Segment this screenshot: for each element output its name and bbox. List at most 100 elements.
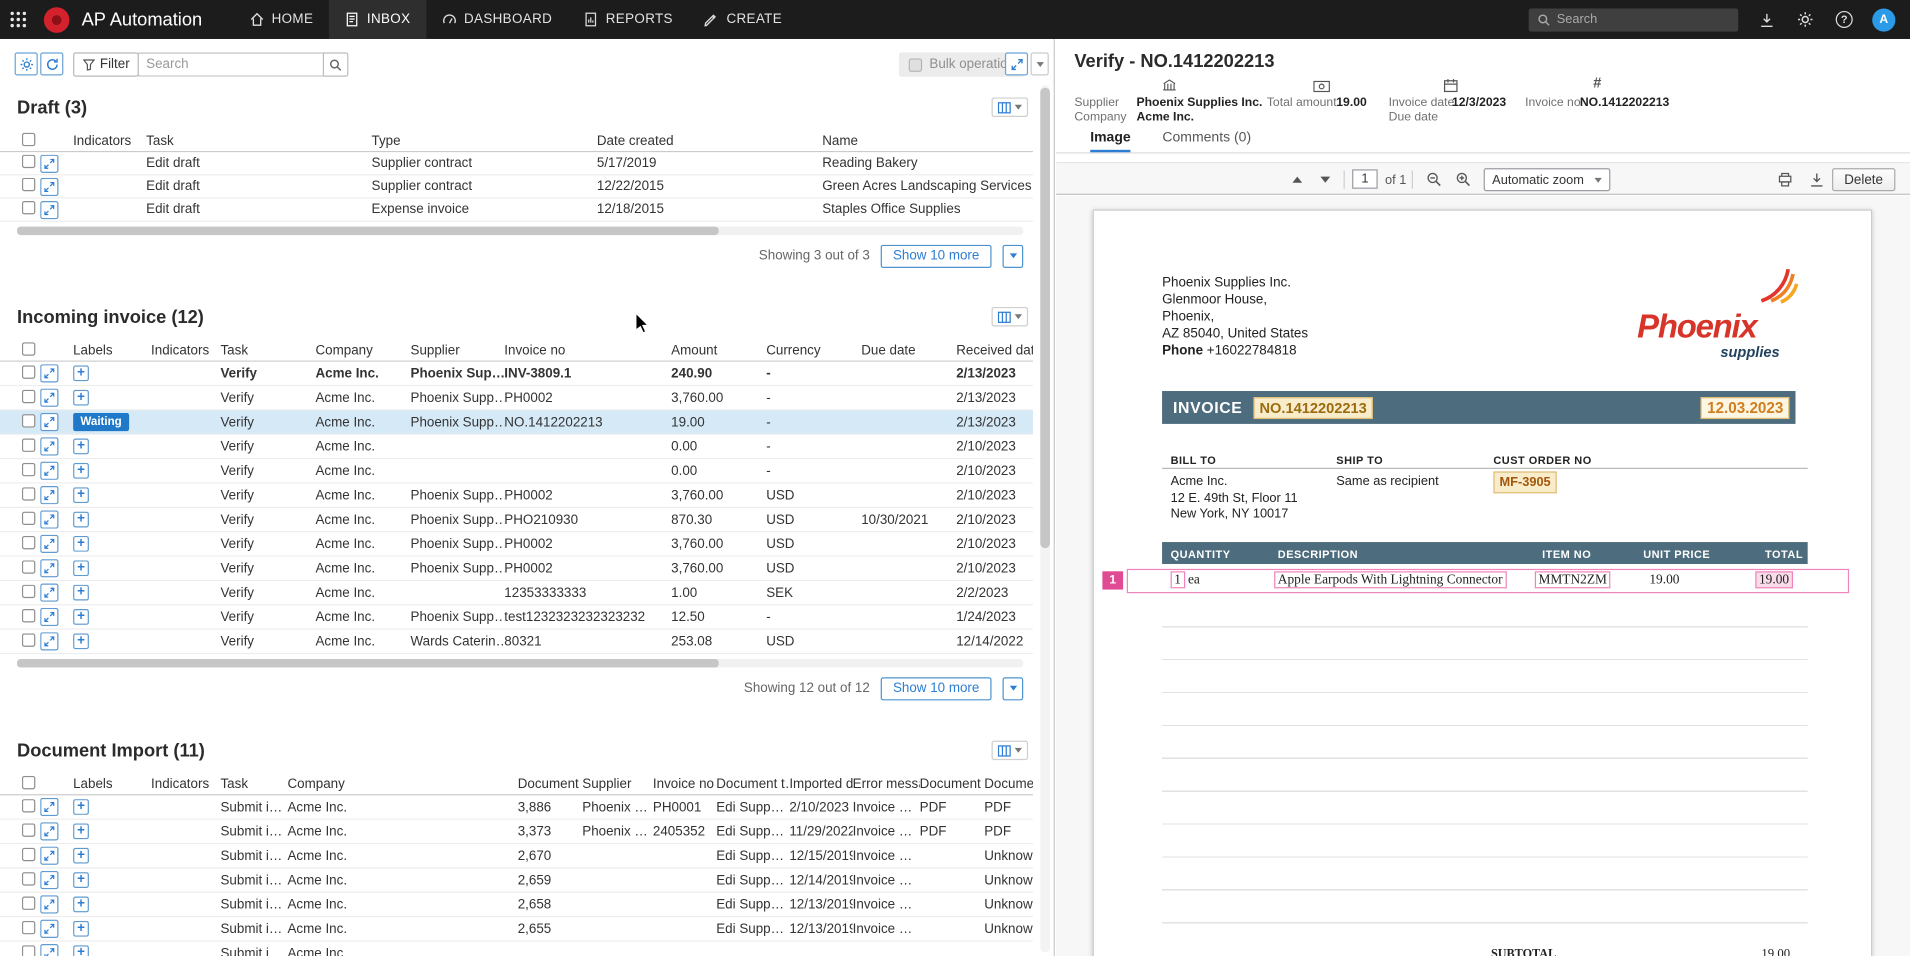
invoice-table-row[interactable]: + Verify Acme Inc. Wards Caterin… 80321 …	[0, 630, 1033, 654]
invoice-table-row[interactable]: + Verify Acme Inc. Phoenix Supp… PH0002 …	[0, 484, 1033, 508]
column-header[interactable]: Task	[146, 134, 371, 149]
select-all-checkbox[interactable]	[22, 776, 35, 789]
add-label-button[interactable]: +	[73, 848, 89, 864]
add-label-button[interactable]: +	[73, 536, 89, 552]
invoice-table-row[interactable]: + Verify Acme Inc. 12353333333 1.00 SEK …	[0, 581, 1033, 605]
row-checkbox[interactable]	[22, 798, 35, 811]
invoice-table-row[interactable]: + Verify Acme Inc. Phoenix Supp… PH0002 …	[0, 386, 1033, 410]
add-label-button[interactable]: +	[73, 439, 89, 455]
open-document-icon[interactable]	[40, 920, 58, 938]
row-checkbox[interactable]	[22, 389, 35, 402]
column-header[interactable]: Currency	[766, 344, 861, 359]
draft-table-row[interactable]: Edit draft Expense invoice 12/18/2015 St…	[0, 199, 1033, 222]
add-label-button[interactable]: +	[73, 823, 89, 839]
row-checkbox[interactable]	[22, 896, 35, 909]
open-document-icon[interactable]	[40, 154, 58, 172]
column-header[interactable]: Supplier	[411, 344, 505, 359]
document-import-row[interactable]: + Submit i… Acme Inc. 2,658 Edi Supp… 12…	[0, 893, 1033, 917]
open-document-icon[interactable]	[40, 798, 58, 816]
add-label-button[interactable]: +	[73, 799, 89, 815]
zoom-level-select[interactable]: Automatic zoom	[1484, 168, 1611, 191]
vertical-scrollbar[interactable]	[1040, 85, 1050, 952]
draft-table-row[interactable]: Edit draft Supplier contract 5/17/2019 R…	[0, 152, 1033, 175]
add-label-button[interactable]: +	[73, 585, 89, 601]
open-document-icon[interactable]	[40, 413, 58, 431]
row-checkbox[interactable]	[22, 535, 35, 548]
open-document-icon[interactable]	[40, 177, 58, 195]
column-header[interactable]: Date created	[597, 134, 822, 149]
column-header[interactable]: Invoice no	[653, 777, 716, 792]
column-header[interactable]: Document f…	[920, 777, 985, 792]
open-document-icon[interactable]	[40, 871, 58, 889]
open-document-icon[interactable]	[40, 944, 58, 956]
open-document-icon[interactable]	[40, 847, 58, 865]
scrollbar-thumb[interactable]	[17, 659, 719, 668]
column-header[interactable]: Error messa…	[853, 777, 920, 792]
row-checkbox[interactable]	[22, 365, 35, 378]
row-checkbox[interactable]	[22, 438, 35, 451]
open-document-icon[interactable]	[40, 510, 58, 528]
document-import-row[interactable]: + Submit i… Acme Inc. 2,655 Edi Supp… 12…	[0, 917, 1033, 941]
invoice-table-row[interactable]: + Verify Acme Inc. Phoenix Sup… INV-3809…	[0, 362, 1033, 386]
document-import-row[interactable]: + Submit i… Acme Inc. 3,373 Phoenix … 24…	[0, 820, 1033, 844]
add-label-button[interactable]: +	[73, 897, 89, 913]
row-checkbox[interactable]	[22, 584, 35, 597]
zoom-out-button[interactable]	[1423, 169, 1445, 190]
list-settings-button[interactable]	[15, 52, 38, 75]
column-header[interactable]: Supplier	[582, 777, 653, 792]
row-checkbox[interactable]	[22, 872, 35, 885]
row-checkbox[interactable]	[22, 487, 35, 500]
add-label-button[interactable]: +	[73, 633, 89, 649]
invoice-table-row[interactable]: + Verify Acme Inc. Phoenix Supp… test123…	[0, 605, 1033, 629]
document-import-row[interactable]: + Submit i… Acme Inc. 2,659 Edi Supp… 12…	[0, 869, 1033, 893]
column-header[interactable]: Due date	[861, 344, 956, 359]
column-header[interactable]: Name	[822, 134, 1033, 149]
list-search-input[interactable]	[138, 52, 323, 76]
show-more-options-button[interactable]	[1003, 677, 1024, 700]
page-number-input[interactable]	[1352, 169, 1378, 188]
open-document-icon[interactable]	[40, 437, 58, 455]
show-more-button[interactable]: Show 10 more	[881, 244, 992, 267]
toolbar-options-button[interactable]	[1031, 52, 1049, 75]
column-header[interactable]: Amount	[671, 344, 766, 359]
row-checkbox[interactable]	[22, 511, 35, 524]
open-document-icon[interactable]	[40, 389, 58, 407]
print-button[interactable]	[1774, 169, 1796, 190]
column-header[interactable]: Invoice no	[504, 344, 671, 359]
column-header[interactable]: Task	[220, 777, 287, 792]
row-checkbox[interactable]	[22, 608, 35, 621]
row-checkbox[interactable]	[22, 633, 35, 646]
tab-comments[interactable]: Comments (0)	[1162, 127, 1251, 153]
show-more-options-button[interactable]	[1003, 244, 1024, 267]
open-document-icon[interactable]	[40, 535, 58, 553]
row-checkbox[interactable]	[22, 155, 35, 168]
row-checkbox[interactable]	[22, 462, 35, 475]
expand-view-button[interactable]	[1005, 52, 1028, 75]
open-document-icon[interactable]	[40, 822, 58, 840]
invoice-table-row[interactable]: Waiting+ Verify Acme Inc. Phoenix Supp… …	[0, 411, 1033, 435]
column-header[interactable]: Received date	[956, 344, 1033, 359]
open-document-icon[interactable]	[40, 364, 58, 382]
select-all-checkbox[interactable]	[22, 342, 35, 355]
add-label-button[interactable]: +	[73, 463, 89, 479]
row-checkbox[interactable]	[22, 945, 35, 956]
add-label-button[interactable]: +	[73, 872, 89, 888]
nav-item-dashboard[interactable]: DASHBOARD	[426, 0, 568, 39]
column-header[interactable]: Document	[518, 777, 583, 792]
open-document-icon[interactable]	[40, 486, 58, 504]
invoice-table-row[interactable]: + Verify Acme Inc. Phoenix Supp… PH0002 …	[0, 557, 1033, 581]
column-header[interactable]: Indicators	[151, 344, 220, 359]
invoice-table-row[interactable]: + Verify Acme Inc. Phoenix Supp… PHO2109…	[0, 508, 1033, 532]
open-document-icon[interactable]	[40, 608, 58, 626]
horizontal-scrollbar[interactable]	[17, 227, 1023, 236]
document-import-row[interactable]: + Submit i… Acme Inc.	[0, 942, 1033, 956]
column-header[interactable]: Imported d…	[789, 777, 852, 792]
row-checkbox[interactable]	[22, 920, 35, 933]
global-search-input[interactable]	[1557, 12, 1730, 27]
nav-item-inbox[interactable]: INBOX	[329, 0, 426, 39]
tab-image[interactable]: Image	[1090, 127, 1131, 153]
row-checkbox[interactable]	[22, 201, 35, 214]
column-header[interactable]: Indicators	[73, 134, 146, 149]
add-label-button[interactable]: +	[73, 609, 89, 625]
column-header[interactable]: Task	[220, 344, 315, 359]
